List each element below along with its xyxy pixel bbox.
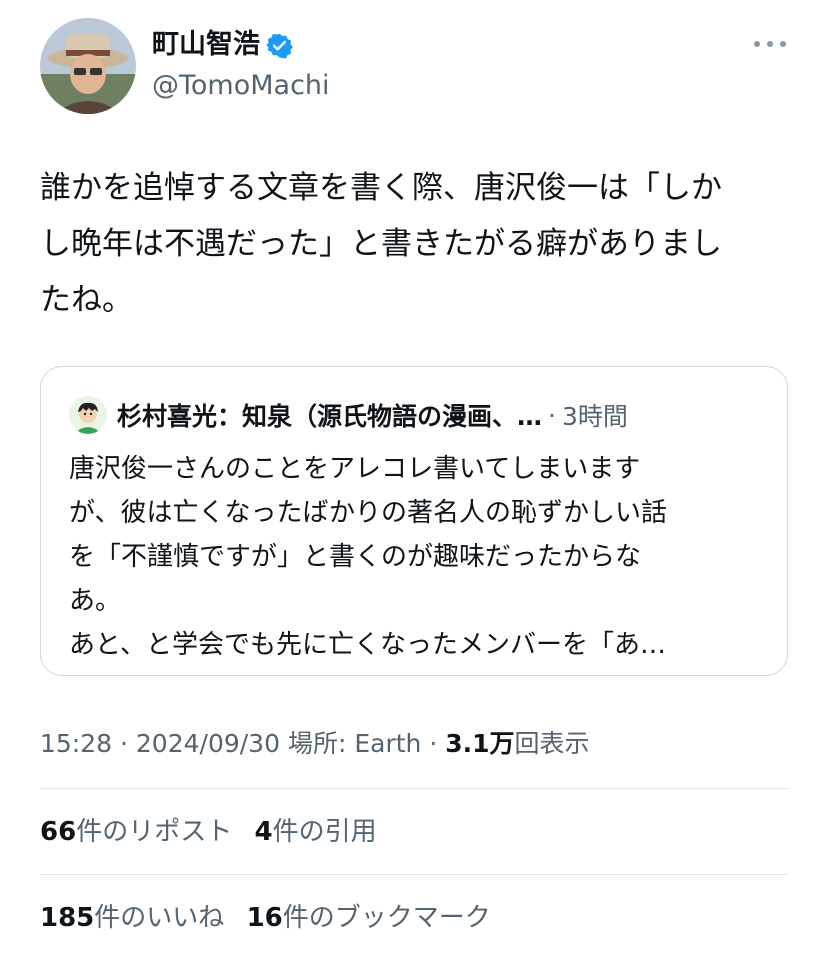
avatar[interactable]	[40, 18, 136, 114]
quoted-avatar[interactable]	[69, 396, 107, 434]
more-dot	[767, 41, 773, 47]
bookmarks-stat[interactable]: 16件のブックマーク	[247, 898, 491, 938]
view-count-label: 回表示	[514, 729, 590, 758]
more-dot	[754, 41, 760, 47]
more-dot	[780, 41, 786, 47]
tweet-time[interactable]: 15:28	[40, 729, 112, 758]
meta-separator: ·	[429, 729, 446, 758]
reposts-count: 66	[40, 817, 77, 847]
quoted-tweet[interactable]: 杉村喜光：知泉（源氏物語の漫画、… · 3時間 唐沢俊一さんのことをアレコレ書い…	[40, 366, 788, 676]
likes-count: 185	[40, 903, 95, 933]
quoted-author-name: 杉村喜光：知泉（源氏物語の漫画、…	[117, 402, 543, 431]
verified-badge-icon	[266, 33, 293, 59]
tweet-location: 場所: Earth	[287, 729, 422, 758]
tweet-meta: 15:28 · 2024/09/30 場所: Earth · 3.1万回表示	[40, 724, 590, 764]
quotes-count: 4	[254, 817, 273, 847]
more-options-icon[interactable]	[750, 32, 790, 56]
quoted-avatar-image	[69, 396, 107, 434]
author-handle[interactable]: @TomoMachi	[152, 68, 330, 104]
quotes-stat[interactable]: 4件の引用	[254, 812, 376, 852]
author-name[interactable]: 町山智浩	[152, 27, 260, 63]
stats-row-likes: 185件のいいね 16件のブックマーク	[40, 898, 505, 938]
author-name-row: 町山智浩	[152, 27, 293, 63]
stats-row-reposts: 66件のリポスト 4件の引用	[40, 812, 391, 852]
tweet-date[interactable]: 2024/09/30	[136, 729, 280, 758]
divider	[40, 874, 788, 875]
tweet-text: 誰かを追悼する文章を書く際、唐沢俊一は「しか し晩年は不遇だった」と書きたがる癖…	[40, 170, 722, 318]
avatar-image	[40, 18, 136, 114]
divider	[40, 788, 788, 789]
bookmarks-count: 16	[246, 903, 283, 933]
likes-label: 件のいいね	[94, 903, 225, 933]
quoted-time-separator: ·	[548, 400, 556, 430]
view-count: 3.1万	[445, 729, 515, 758]
quoted-tweet-text: 唐沢俊一さんのことをアレコレ書いてしまいます が、彼は亡くなったばかりの著名人の…	[69, 454, 668, 660]
reposts-stat[interactable]: 66件のリポスト	[40, 812, 232, 852]
quoted-time: 3時間	[561, 402, 628, 431]
reposts-label: 件のリポスト	[76, 817, 233, 847]
likes-stat[interactable]: 185件のいいね	[40, 898, 224, 938]
bookmarks-label: 件のブックマーク	[282, 903, 491, 933]
quotes-label: 件の引用	[272, 817, 377, 847]
meta-separator: ·	[120, 729, 136, 758]
quoted-tweet-header: 杉村喜光：知泉（源氏物語の漫画、… · 3時間	[69, 395, 759, 435]
